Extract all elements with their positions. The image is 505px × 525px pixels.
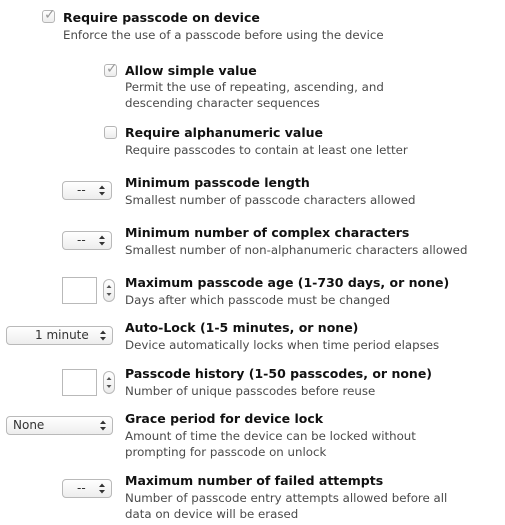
- allow-simple-value-description-line2: descending character sequences: [125, 96, 320, 110]
- minimum-complex-characters-popup[interactable]: --: [62, 231, 112, 250]
- stepper-arrows-icon: [106, 285, 112, 296]
- auto-lock-description: Device automatically locks when time per…: [125, 338, 440, 352]
- checkmark-icon: ✓: [106, 61, 118, 77]
- up-down-arrows-icon: [100, 420, 106, 431]
- maximum-passcode-age-description: Days after which passcode must be change…: [125, 293, 391, 307]
- max-failed-attempts-title: Maximum number of failed attempts: [125, 473, 384, 488]
- passcode-history-stepper[interactable]: [103, 371, 115, 394]
- passcode-settings-panel: ✓ Require passcode on device Enforce the…: [0, 0, 505, 525]
- passcode-history-description: Number of unique passcodes before reuse: [125, 384, 376, 398]
- maximum-passcode-age-title: Maximum passcode age (1-730 days, or non…: [125, 275, 450, 290]
- max-failed-attempts-popup[interactable]: --: [62, 479, 112, 498]
- minimum-passcode-length-popup[interactable]: --: [62, 181, 112, 200]
- max-failed-attempts-description-line1: Number of passcode entry attempts allowe…: [125, 491, 448, 505]
- require-passcode-title: Require passcode on device: [63, 10, 260, 25]
- grace-period-description-line2: prompting for passcode on unlock: [125, 445, 327, 459]
- minimum-passcode-length-description: Smallest number of passcode characters a…: [125, 193, 416, 207]
- up-down-arrows-icon: [99, 235, 105, 246]
- auto-lock-title: Auto-Lock (1-5 minutes, or none): [125, 320, 359, 335]
- grace-period-title: Grace period for device lock: [125, 411, 324, 426]
- require-alphanumeric-description: Require passcodes to contain at least on…: [125, 143, 408, 157]
- max-failed-attempts-description-line2: data on device will be erased: [125, 507, 299, 521]
- maximum-passcode-age-stepper[interactable]: [103, 279, 115, 302]
- popup-value: --: [77, 481, 86, 495]
- require-passcode-checkbox[interactable]: ✓: [42, 7, 56, 23]
- minimum-passcode-length-title: Minimum passcode length: [125, 175, 310, 190]
- grace-period-popup[interactable]: None: [6, 416, 113, 435]
- allow-simple-value-checkbox[interactable]: ✓: [104, 61, 118, 77]
- require-alphanumeric-title: Require alphanumeric value: [125, 125, 323, 140]
- stepper-arrows-icon: [106, 377, 112, 388]
- up-down-arrows-icon: [100, 330, 106, 341]
- minimum-complex-characters-title: Minimum number of complex characters: [125, 225, 410, 240]
- checkmark-icon: ✓: [44, 7, 56, 23]
- passcode-history-title: Passcode history (1-50 passcodes, or non…: [125, 366, 433, 381]
- maximum-passcode-age-field[interactable]: [62, 277, 97, 304]
- minimum-complex-characters-description: Smallest number of non-alphanumeric char…: [125, 243, 468, 257]
- auto-lock-popup[interactable]: 1 minute: [6, 326, 113, 345]
- require-alphanumeric-checkbox[interactable]: [104, 126, 117, 139]
- popup-value: --: [77, 233, 86, 247]
- popup-value: None: [13, 418, 45, 432]
- allow-simple-value-description-line1: Permit the use of repeating, ascending, …: [125, 80, 384, 94]
- grace-period-description-line1: Amount of time the device can be locked …: [125, 429, 416, 443]
- popup-value: 1 minute: [35, 328, 89, 342]
- popup-value: --: [77, 183, 86, 197]
- up-down-arrows-icon: [99, 483, 105, 494]
- allow-simple-value-title: Allow simple value: [125, 63, 257, 78]
- up-down-arrows-icon: [99, 185, 105, 196]
- passcode-history-field[interactable]: [62, 369, 97, 396]
- require-passcode-description: Enforce the use of a passcode before usi…: [63, 28, 384, 42]
